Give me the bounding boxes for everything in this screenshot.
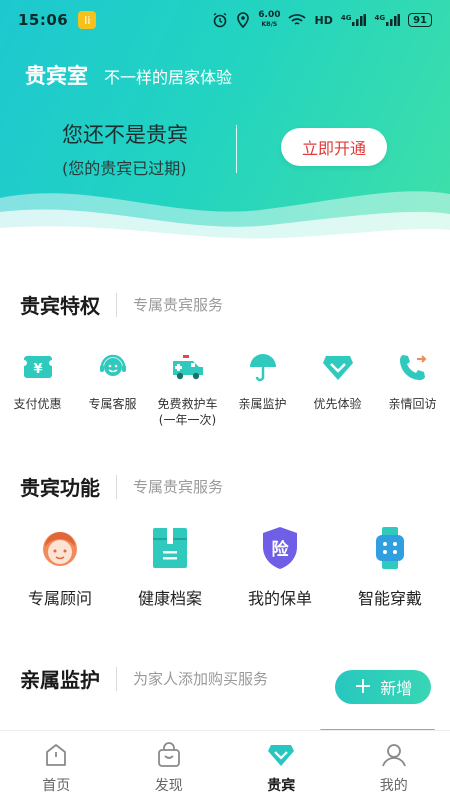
wifi-icon [288,14,307,25]
plus-icon: + [353,674,373,699]
net-type-2: 4G [374,14,386,22]
status-time: 15:06 [18,11,69,29]
privilege-relative-guardian[interactable]: 亲属监护 [225,350,300,428]
smartwatch-icon [367,525,413,571]
battery-indicator: 91 [408,13,432,27]
function-health-file[interactable]: 健康档案 [115,525,225,609]
privilege-free-ambulance[interactable]: 免费救护车 (一年一次) [150,350,225,428]
vip-divider [236,125,237,173]
payment-discount-icon: ¥ [21,350,55,384]
phone-callback-icon [396,350,430,384]
vip-status-card: 您还不是贵宾 (您的贵宾已过期) 立即开通 [0,115,450,185]
function-label: 我的保单 [247,589,312,608]
ambulance-icon [171,350,205,384]
customer-service-icon [96,350,130,384]
umbrella-icon [246,350,280,384]
nav-item-home[interactable]: 首页 [0,731,113,800]
location-icon [237,12,250,28]
diamond-icon [321,350,355,384]
privilege-customer-service[interactable]: 专属客服 [75,350,150,428]
privilege-label: 支付优惠 [13,397,62,411]
function-label: 智能穿戴 [357,589,422,608]
bottom-nav: 首页 发现 贵宾 我的 [0,730,450,800]
section-divider [116,292,117,317]
privilege-label: 专属客服 [88,397,137,411]
vip-status-subtitle: (您的贵宾已过期) [62,159,187,178]
signal-bars-icon [386,14,401,26]
section-subtitle: 专属贵宾服务 [133,478,224,496]
vip-status-title: 您还不是贵宾 [62,123,188,147]
speed-unit: KB/S [261,21,278,28]
shopping-bag-icon [155,741,183,769]
signal-bars-icon [352,14,367,26]
speed-value: 6.00 [258,10,281,20]
nav-label: 首页 [42,778,71,794]
brand-row: 贵宾室 不一样的居家体验 [25,60,232,90]
guardian-header: 亲属监护 为家人添加购买服务 [20,664,268,693]
functions-header: 贵宾功能 专属贵宾服务 [20,472,223,501]
section-divider [116,666,117,691]
function-smart-wearable[interactable]: 智能穿戴 [335,525,445,609]
section-divider [116,474,117,499]
section-subtitle: 专属贵宾服务 [133,296,224,314]
privilege-label: 亲属监护 [238,397,287,411]
nav-label: 发现 [154,778,183,794]
nav-item-discover[interactable]: 发现 [113,731,226,800]
section-title: 贵宾功能 [20,476,100,500]
function-label: 专属顾问 [27,589,92,608]
advisor-icon [37,525,83,571]
nav-label: 我的 [379,778,408,794]
privilege-label: 免费救护车 (一年一次) [157,396,217,428]
hd-label: HD [314,13,333,27]
privilege-label: 亲情回访 [388,397,437,411]
home-icon [42,741,70,769]
privilege-label: 优先体验 [313,397,362,411]
privilege-label-line2: (一年一次) [158,413,217,427]
privileges-list: ¥ 支付优惠 专属客服 免费救护车 (一年一次) 亲属监护 优先体验 亲情回访 [0,350,450,428]
privileges-header: 贵宾特权 专属贵宾服务 [20,290,223,319]
page-title: 贵宾室 [25,64,88,88]
section-title: 亲属监护 [20,668,100,692]
notification-app-icon: Ii [78,11,97,29]
status-indicators: 6.00 KB/S HD 4G 4G 91 [212,11,432,29]
add-guardian-label: 新增 [380,679,413,698]
functions-list: 专属顾问 健康档案 险 我的保单 智能穿戴 [0,525,450,609]
function-advisor[interactable]: 专属顾问 [5,525,115,609]
page-slogan: 不一样的居家体验 [104,68,233,87]
signal-2: 4G [374,14,401,26]
function-my-policy[interactable]: 险 我的保单 [225,525,335,609]
privilege-payment-discount[interactable]: ¥ 支付优惠 [0,350,75,428]
nav-item-vip[interactable]: 贵宾 [225,731,338,800]
vip-diamond-icon [267,741,295,769]
status-bar: 15:06 Ii 6.00 KB/S HD 4G 4G 91 [0,0,450,40]
signal-1: 4G [341,14,367,26]
privilege-priority-experience[interactable]: 优先体验 [300,350,375,428]
svg-text:¥: ¥ [33,362,42,377]
header-wave [0,191,450,250]
privilege-family-callback[interactable]: 亲情回访 [375,350,450,428]
section-title: 贵宾特权 [20,294,100,318]
network-speed: 6.00 KB/S [258,11,280,29]
add-guardian-button[interactable]: + 新增 [335,670,431,704]
insurance-shield-icon: 险 [257,525,303,571]
health-file-icon [147,525,193,571]
function-label: 健康档案 [137,589,202,608]
user-icon [380,741,408,769]
privilege-label-line1: 免费救护车 [157,397,218,411]
nav-label: 贵宾 [267,778,296,794]
activate-vip-button[interactable]: 立即开通 [281,128,387,166]
section-subtitle: 为家人添加购买服务 [133,670,269,688]
nav-item-mine[interactable]: 我的 [338,731,450,800]
net-type-1: 4G [340,14,352,22]
alarm-icon [213,12,227,28]
insurance-badge-text: 险 [271,540,289,560]
